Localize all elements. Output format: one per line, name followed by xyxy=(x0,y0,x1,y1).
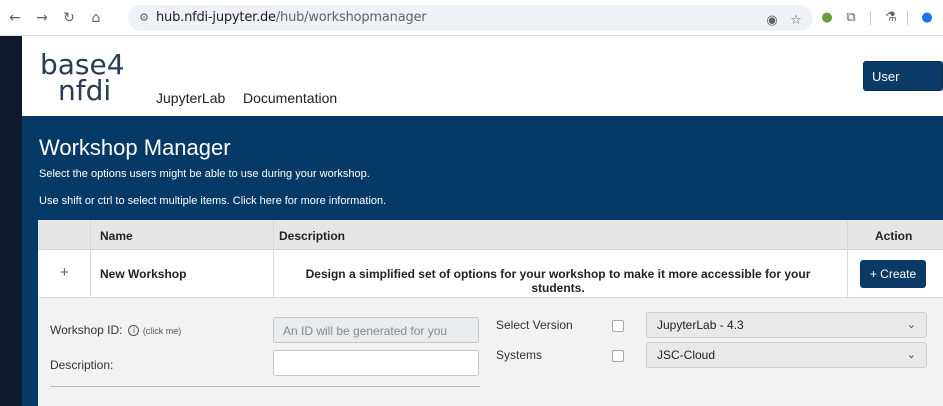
page-title: Workshop Manager xyxy=(39,135,231,160)
toolbar-divider xyxy=(907,11,908,25)
workshop-table: Name Description Action + New Workshop D… xyxy=(38,220,943,406)
chevron-down-icon: ⌄ xyxy=(906,318,916,331)
table-row: + New Workshop Design a simplified set o… xyxy=(38,250,943,298)
systems-select[interactable]: JSC-Cloud ⌄ xyxy=(646,342,927,368)
forward-icon[interactable]: → xyxy=(33,9,51,27)
lab-flask-icon[interactable]: ⚗ xyxy=(882,9,900,27)
banner-subtitle: Select the options users might be able t… xyxy=(39,168,370,180)
chevron-down-icon: ⌄ xyxy=(906,348,916,361)
column-divider xyxy=(847,220,848,250)
extension-icon[interactable]: ● xyxy=(818,9,836,27)
description-label: Description: xyxy=(50,358,114,372)
user-menu-button[interactable]: User Name ▾ xyxy=(863,61,943,114)
address-bar[interactable]: ⚙ hub.nfdi-jupyter.de/hub/workshopmanage… xyxy=(128,5,813,31)
nav-jupyterlab[interactable]: JupyterLab xyxy=(156,90,225,106)
extensions-puzzle-icon[interactable]: ⧉ xyxy=(842,9,860,27)
table-header: Name Description Action xyxy=(38,220,943,250)
base4nfdi-logo[interactable]: base4 nfdi xyxy=(40,48,130,108)
workshop-id-label: Workshop ID: i (click me) xyxy=(50,323,181,337)
systems-select-value: JSC-Cloud xyxy=(657,348,716,362)
browser-toolbar: ← → ↻ ⌂ ⚙ hub.nfdi-jupyter.de/hub/worksh… xyxy=(0,0,943,36)
logo-text-line2: nfdi xyxy=(58,74,112,107)
workshop-id-label-text: Workshop ID: xyxy=(50,323,123,337)
version-select-value: JupyterLab - 4.3 xyxy=(657,318,744,332)
select-version-checkbox[interactable] xyxy=(612,320,624,332)
nav-documentation[interactable]: Documentation xyxy=(243,90,337,106)
url-text: hub.nfdi-jupyter.de/hub/workshopmanager xyxy=(156,10,427,25)
info-icon[interactable]: i xyxy=(128,325,140,337)
systems-label: Systems xyxy=(496,348,543,362)
toolbar-divider xyxy=(870,11,871,25)
workshop-description: Design a simplified set of options for y… xyxy=(305,267,811,295)
column-divider xyxy=(90,250,91,298)
workshop-id-hint[interactable]: (click me) xyxy=(143,326,182,336)
site-header: base4 nfdi JupyterLab Documentation User… xyxy=(22,36,943,116)
banner-help-text[interactable]: Use shift or ctrl to select multiple ite… xyxy=(39,195,386,207)
select-version-label: Select Version xyxy=(496,318,573,332)
profile-icon[interactable]: ● xyxy=(918,9,936,27)
workshop-id-input[interactable]: An ID will be generated for you xyxy=(273,317,479,343)
column-header-description: Description xyxy=(279,229,346,243)
description-input[interactable] xyxy=(273,350,479,376)
column-divider xyxy=(273,220,274,250)
new-workshop-form: Workshop ID: i (click me) An ID will be g… xyxy=(38,298,943,406)
left-window-edge xyxy=(0,36,22,406)
site-settings-icon[interactable]: ⚙ xyxy=(137,11,151,25)
back-icon[interactable]: ← xyxy=(6,9,24,27)
eye-icon[interactable]: ◉ xyxy=(764,13,780,29)
column-divider xyxy=(273,250,274,298)
bookmark-star-icon[interactable]: ☆ xyxy=(788,13,804,29)
column-divider xyxy=(847,250,848,298)
home-icon[interactable]: ⌂ xyxy=(87,9,105,27)
form-divider xyxy=(50,386,480,387)
column-header-action: Action xyxy=(875,229,913,243)
systems-checkbox[interactable] xyxy=(612,350,624,362)
create-button[interactable]: + Create xyxy=(860,260,926,288)
workshop-name: New Workshop xyxy=(100,267,187,281)
expand-row-icon[interactable]: + xyxy=(60,264,69,281)
reload-icon[interactable]: ↻ xyxy=(60,9,78,27)
version-select[interactable]: JupyterLab - 4.3 ⌄ xyxy=(646,312,927,338)
column-divider xyxy=(90,220,91,250)
column-header-name: Name xyxy=(100,229,133,243)
